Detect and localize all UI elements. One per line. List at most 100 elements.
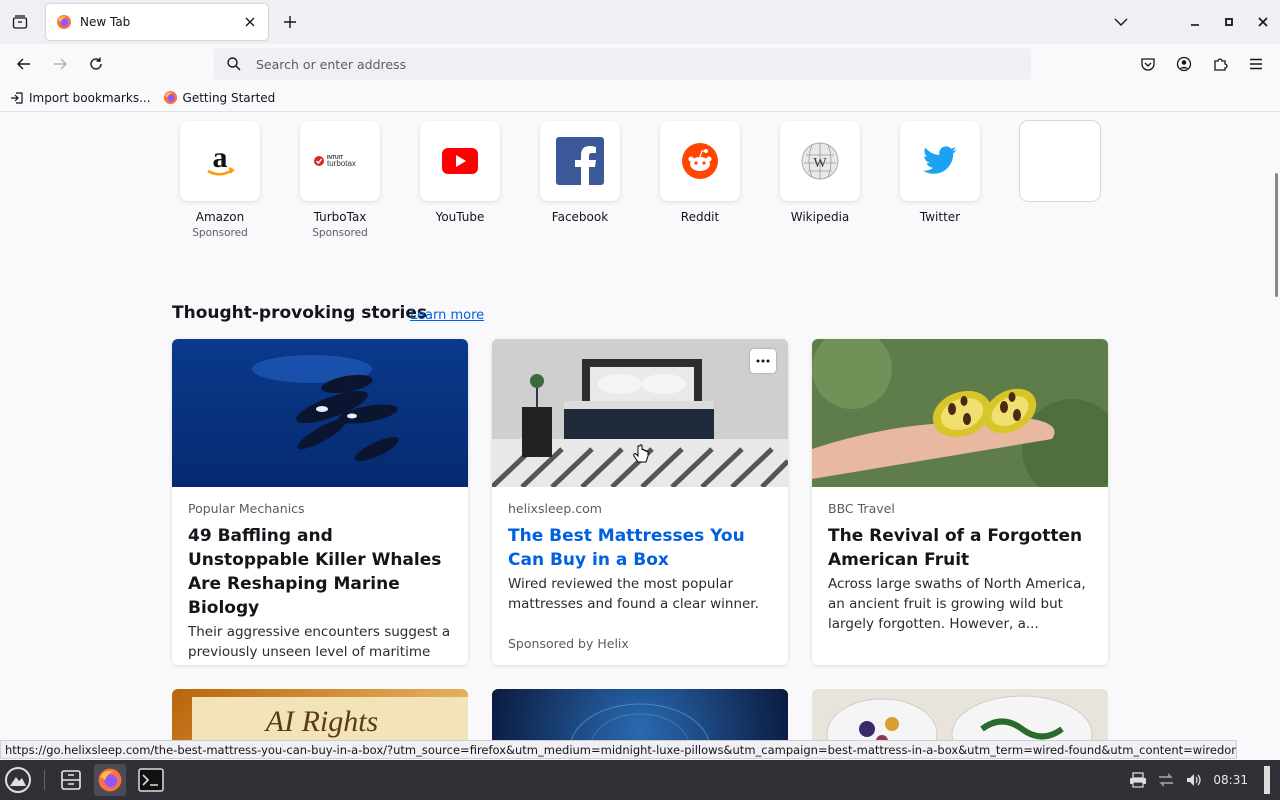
firefox-icon: [163, 90, 178, 105]
network-icon[interactable]: [1157, 772, 1175, 788]
bookmark-label: Getting Started: [182, 90, 276, 105]
ellipsis-icon: [756, 359, 770, 363]
empty-shortcut-tile: [1020, 121, 1100, 201]
minimize-button[interactable]: [1178, 5, 1212, 39]
shortcut-youtube[interactable]: YouTube: [412, 121, 508, 224]
taskbar-divider: [44, 770, 45, 790]
story-card[interactable]: AI Rights: [172, 689, 468, 740]
tab-list-button[interactable]: [6, 8, 34, 36]
story-title: The Revival of a Forgotten American Frui…: [828, 526, 1083, 570]
puzzle-icon: [1214, 58, 1228, 71]
story-image-pawpaw-fruit: [812, 339, 1108, 487]
shortcut-amazon[interactable]: a Amazon Sponsored: [172, 121, 268, 239]
search-icon: [227, 57, 241, 71]
taskbar-file-manager[interactable]: [55, 764, 87, 796]
story-source: Popular Mechanics: [188, 501, 305, 516]
more-options-button[interactable]: [750, 349, 776, 373]
maximize-button[interactable]: [1212, 5, 1246, 39]
chevron-down-icon: [1114, 18, 1128, 26]
learn-more-link[interactable]: Learn more: [410, 308, 484, 323]
story-title: The Best Mattresses You Can Buy in a Box: [508, 526, 745, 570]
back-button[interactable]: [8, 48, 40, 80]
pocket-button[interactable]: [1132, 48, 1164, 80]
show-desktop-button[interactable]: [1264, 766, 1270, 794]
extensions-button[interactable]: [1204, 48, 1236, 80]
story-image-food-bowls: [826, 695, 1093, 740]
tab-new-tab[interactable]: New Tab: [46, 4, 268, 40]
close-window-button[interactable]: [1246, 5, 1280, 39]
bookmark-label: Import bookmarks...: [29, 90, 151, 105]
shortcut-facebook[interactable]: Facebook: [532, 121, 628, 224]
volume-icon[interactable]: [1185, 772, 1203, 788]
top-sites: a Amazon Sponsored INTUIT turbotax TurboT…: [172, 121, 1112, 251]
firefox-icon: [56, 14, 72, 30]
shortcut-reddit[interactable]: Reddit: [652, 121, 748, 224]
minimize-icon: [1191, 24, 1199, 26]
forward-button[interactable]: [44, 48, 76, 80]
wikipedia-logo: W: [780, 121, 860, 201]
story-card[interactable]: BBC Travel The Revival of a Forgotten Am…: [812, 339, 1108, 665]
app-launcher-icon: [5, 767, 31, 793]
sponsored-label: Sponsored by Helix: [508, 636, 629, 651]
system-taskbar: 08:31: [0, 760, 1280, 800]
pocket-icon: [1141, 58, 1155, 71]
bookmark-import[interactable]: Import bookmarks...: [10, 91, 151, 105]
firefox-icon: [98, 768, 122, 792]
shortcut-wikipedia[interactable]: W Wikipedia: [772, 121, 868, 224]
list-all-tabs-icon: [12, 15, 28, 29]
arrow-right-icon: [54, 58, 67, 70]
search-input[interactable]: [256, 56, 956, 72]
story-source: helixsleep.com: [508, 501, 602, 516]
arrow-left-icon: [17, 58, 30, 70]
printer-icon[interactable]: [1129, 772, 1147, 788]
close-icon[interactable]: [242, 14, 258, 30]
story-card[interactable]: [492, 689, 788, 740]
story-image-brain: [570, 703, 710, 740]
story-description: Their aggressive encounters suggest a pr…: [188, 624, 451, 665]
new-tab-page: a Amazon Sponsored INTUIT turbotax TurboT…: [0, 113, 1270, 740]
taskbar-terminal[interactable]: [135, 764, 167, 796]
terminal-icon: [138, 768, 164, 792]
new-tab-button[interactable]: [278, 8, 302, 36]
tab-overflow-button[interactable]: [1104, 5, 1138, 39]
reload-icon: [90, 57, 102, 70]
maximize-icon: [1225, 18, 1233, 26]
import-icon: [10, 91, 24, 105]
navigation-toolbar: [0, 44, 1280, 84]
account-button[interactable]: [1168, 48, 1200, 80]
story-title: 49 Baffling and Unstoppable Killer Whale…: [188, 526, 442, 618]
tab-strip: New Tab: [0, 0, 1280, 44]
story-card[interactable]: [812, 689, 1108, 740]
story-source: BBC Travel: [828, 501, 895, 516]
story-description: Across large swaths of North America, an…: [828, 576, 1086, 632]
scrollbar-thumb[interactable]: [1275, 173, 1278, 297]
turbotax-logo: INTUIT turbotax: [300, 121, 380, 201]
shortcut-empty[interactable]: [1012, 121, 1108, 201]
facebook-logo: [540, 121, 620, 201]
bookmark-getting-started[interactable]: Getting Started: [163, 90, 276, 105]
svg-text:a: a: [213, 141, 228, 174]
menu-button[interactable]: [1240, 48, 1272, 80]
taskbar-firefox[interactable]: [94, 764, 126, 796]
story-image-killer-whales: [172, 339, 468, 487]
amazon-logo: a: [180, 121, 260, 201]
hand-cursor-icon: [633, 444, 649, 463]
reddit-logo: [660, 121, 740, 201]
plus-icon: [284, 16, 296, 28]
youtube-logo: [420, 121, 500, 201]
shortcut-twitter[interactable]: Twitter: [892, 121, 988, 224]
clock[interactable]: 08:31: [1213, 773, 1248, 787]
status-link-preview: https://go.helixsleep.com/the-best-mattr…: [0, 740, 1237, 759]
story-card-sponsored[interactable]: helixsleep.com The Best Mattresses You C…: [492, 339, 788, 665]
close-icon: [1258, 17, 1268, 27]
start-menu-button[interactable]: [2, 764, 34, 796]
story-description: Wired reviewed the most popular mattress…: [508, 576, 759, 612]
url-bar[interactable]: [214, 48, 1031, 80]
bookmarks-toolbar: Import bookmarks... Getting Started: [0, 84, 1280, 112]
shortcut-turbotax[interactable]: INTUIT turbotax TurboTax Sponsored: [292, 121, 388, 239]
svg-text:W: W: [813, 156, 827, 171]
reload-button[interactable]: [80, 48, 112, 80]
page-scrollbar[interactable]: [1270, 113, 1280, 740]
file-cabinet-icon: [61, 770, 81, 790]
story-card[interactable]: Popular Mechanics 49 Baffling and Unstop…: [172, 339, 468, 665]
